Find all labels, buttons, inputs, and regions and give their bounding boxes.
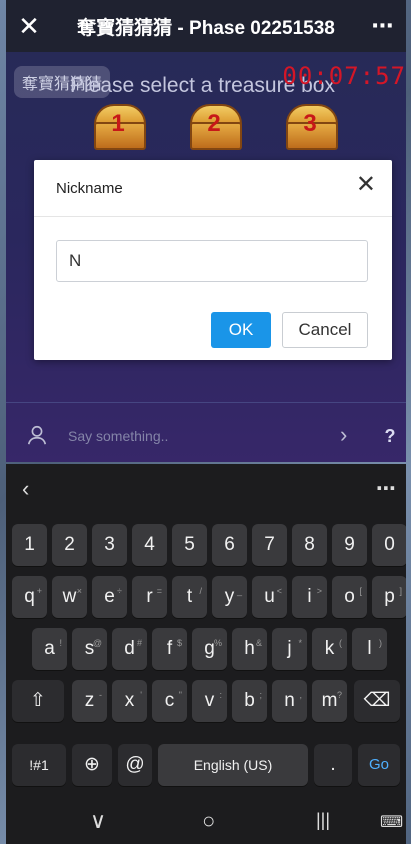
more-options-button[interactable]: ⋯ — [360, 13, 406, 39]
key-4[interactable]: 4 — [132, 524, 167, 566]
shift-key[interactable]: ⇧ — [12, 680, 64, 722]
key-z[interactable]: z- — [72, 680, 107, 722]
nav-back-icon[interactable]: ∨ — [90, 808, 106, 834]
nav-keyboard-icon[interactable]: ⌨ — [380, 812, 403, 832]
space-key[interactable]: English (US) — [158, 744, 308, 786]
key-hint: ; — [259, 690, 262, 700]
key-hint: ] — [399, 586, 402, 596]
key-hint: * — [298, 638, 302, 648]
nav-home-icon[interactable]: ○ — [202, 808, 215, 834]
key-hint: " — [178, 690, 182, 700]
system-nav-bar: ∨ ○ ||| ⌨ — [6, 800, 406, 844]
dialog-close-icon[interactable]: ✕ — [356, 170, 376, 199]
key-a[interactable]: a! — [32, 628, 67, 670]
key-b[interactable]: b; — [232, 680, 267, 722]
key-hint: - — [99, 690, 102, 700]
key-hint: , — [299, 690, 302, 700]
app-title: 奪寶猜猜猜 - Phase 02251538 — [77, 17, 335, 39]
key-1[interactable]: 1 — [12, 524, 47, 566]
nav-recent-apps-icon[interactable]: ||| — [316, 810, 330, 831]
key-hint: [ — [359, 586, 362, 596]
key-hint: & — [255, 638, 262, 648]
phone-screen: ✕ 奪寶猜猜猜 - Phase 02251538 ⋯ 奪寶猜猜猜 Please … — [6, 0, 406, 844]
key-3[interactable]: 3 — [92, 524, 127, 566]
key-e[interactable]: e ÷ — [92, 576, 127, 618]
keyboard-toolbar: ‹ ⋯ — [6, 464, 406, 516]
dialog-divider — [34, 216, 392, 217]
key-hint: _ — [236, 586, 242, 596]
go-key[interactable]: Go — [358, 744, 400, 786]
nickname-input[interactable]: N — [56, 240, 368, 282]
key-v[interactable]: v: — [192, 680, 227, 722]
keyboard-more-icon[interactable]: ⋯ — [376, 476, 396, 501]
key-d[interactable]: d # — [112, 628, 147, 670]
key-6[interactable]: 6 — [212, 524, 247, 566]
globe-icon[interactable]: ⊕ — [72, 744, 112, 786]
key-q[interactable]: q + — [12, 576, 47, 618]
key-r[interactable]: r = — [132, 576, 167, 618]
nickname-dialog: Nickname ✕ N OK Cancel — [34, 160, 392, 360]
key-u[interactable]: u < — [252, 576, 287, 618]
key-g[interactable]: g% — [192, 628, 227, 670]
key-m[interactable]: m? — [312, 680, 347, 722]
key-hint: # — [136, 638, 142, 648]
key-hint: + — [36, 586, 42, 596]
key-hint: / — [199, 586, 202, 596]
key-hint: > — [316, 586, 322, 596]
key-w[interactable]: w × — [52, 576, 87, 618]
key-7[interactable]: 7 — [252, 524, 287, 566]
ok-button[interactable]: OK — [211, 312, 271, 348]
key-hint: × — [76, 586, 82, 596]
key-c[interactable]: c " — [152, 680, 187, 722]
key-period[interactable]: . — [314, 744, 352, 786]
key-hint: @ — [92, 638, 102, 648]
key-hint: : — [219, 690, 222, 700]
key-i[interactable]: i > — [292, 576, 327, 618]
key-5[interactable]: 5 — [172, 524, 207, 566]
key-s[interactable]: s @ — [72, 628, 107, 670]
keyboard-back-icon[interactable]: ‹ — [22, 476, 29, 502]
key-n[interactable]: n, — [272, 680, 307, 722]
key-l[interactable]: l) — [352, 628, 387, 670]
symbols-key[interactable]: !#1 — [12, 744, 66, 786]
key-t[interactable]: t / — [172, 576, 207, 618]
key-hint: < — [276, 586, 282, 596]
key-hint: ! — [59, 638, 62, 648]
key-o[interactable]: o[ — [332, 576, 367, 618]
key-hint: $ — [176, 638, 182, 648]
key-0[interactable]: 0 — [372, 524, 406, 566]
key-8[interactable]: 8 — [292, 524, 327, 566]
key-y[interactable]: y _ — [212, 576, 247, 618]
key-hint: ÷ — [117, 586, 122, 596]
key-at[interactable]: @ — [118, 744, 152, 786]
key-hint: ? — [336, 690, 342, 700]
key-hint: ( — [339, 638, 342, 648]
dialog-title: Nickname — [56, 180, 123, 197]
key-hint: ) — [379, 638, 382, 648]
key-2[interactable]: 2 — [52, 524, 87, 566]
key-hint: ' — [140, 690, 142, 700]
close-button[interactable]: ✕ — [6, 0, 52, 52]
key-hint: = — [156, 586, 162, 596]
key-h[interactable]: h & — [232, 628, 267, 670]
key-x[interactable]: x ' — [112, 680, 147, 722]
cancel-button[interactable]: Cancel — [282, 312, 368, 348]
key-k[interactable]: k( — [312, 628, 347, 670]
key-9[interactable]: 9 — [332, 524, 367, 566]
backspace-key[interactable]: ⌫ — [354, 680, 400, 722]
key-p[interactable]: p] — [372, 576, 406, 618]
keyboard: ‹ ⋯ 1 2 3 4 5 6 7 8 9 0 q + w × e ÷ r = t / y _ u < i > o[p] a! s @ d #… — [6, 464, 406, 844]
app-bar: ✕ 奪寶猜猜猜 - Phase 02251538 ⋯ — [6, 0, 406, 52]
key-j[interactable]: j * — [272, 628, 307, 670]
key-hint: % — [213, 638, 222, 648]
key-f[interactable]: f $ — [152, 628, 187, 670]
